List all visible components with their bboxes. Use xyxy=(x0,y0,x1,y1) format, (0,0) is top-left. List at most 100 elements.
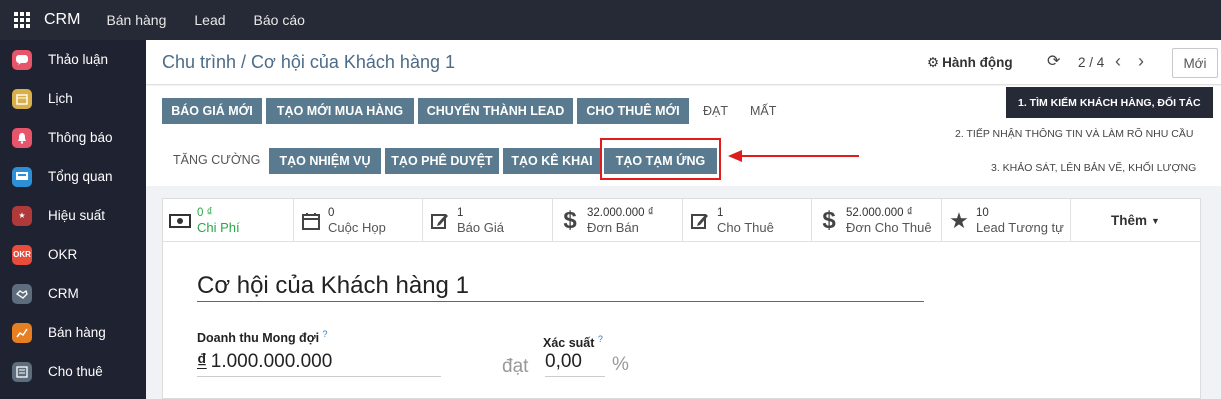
stat-value: 0 ₫ xyxy=(197,207,213,219)
revenue-input[interactable]: ₫ 1.000.000.000 xyxy=(197,351,441,377)
edit-icon xyxy=(423,212,457,230)
stat-rental-button[interactable]: 1 Cho Thuê xyxy=(683,199,812,242)
action-menu-button[interactable]: ⚙ Hành động xyxy=(927,55,1013,71)
create-task-button[interactable]: Tạo nhiệm vụ xyxy=(269,148,381,174)
handshake-icon xyxy=(12,283,32,304)
sidebar-item-label: OKR xyxy=(48,247,78,262)
stage-2[interactable]: 2. Tiếp nhận thông tin và làm rõ nhu cầu xyxy=(955,128,1193,140)
gear-icon: ⚙ xyxy=(927,55,940,70)
sidebar-item-thao-luan[interactable]: Thảo luận xyxy=(0,40,146,79)
bell-icon xyxy=(12,127,32,148)
sidebar-item-label: Tổng quan xyxy=(48,169,113,184)
rental-icon xyxy=(12,361,32,382)
action-label: Hành động xyxy=(942,55,1013,70)
stat-value: 32.000.000 ₫ xyxy=(587,207,654,219)
sidebar-item-label: Hiệu suất xyxy=(48,208,106,223)
opportunity-title-field[interactable]: Cơ hội của Khách hàng 1 xyxy=(197,272,924,302)
sidebar-item-okr[interactable]: OKR OKR xyxy=(0,235,146,274)
new-button[interactable]: Mới xyxy=(1172,48,1218,78)
menu-ban-hang[interactable]: Bán hàng xyxy=(106,12,166,28)
star-icon: ★ xyxy=(949,207,969,233)
stat-rental-order-button[interactable]: $ 52.000.000 ₫ Đơn Cho Thuê xyxy=(812,199,942,242)
sidebar-item-ban-hang[interactable]: Bán hàng xyxy=(0,313,146,352)
new-purchase-button[interactable]: Tạo mới mua hàng xyxy=(266,98,414,124)
stat-value: 0 xyxy=(328,207,335,219)
stat-quotation-button[interactable]: 1 Báo Giá xyxy=(423,199,553,242)
stat-value: 1 xyxy=(717,207,724,219)
stage-1[interactable]: 1. Tìm kiếm khách hàng, đối tác xyxy=(1006,87,1213,118)
stat-value: 1 xyxy=(457,207,464,219)
new-rental-button[interactable]: Cho thuê mới xyxy=(577,98,689,124)
create-declaration-button[interactable]: Tạo kê khai xyxy=(503,148,601,174)
stat-label: Báo Giá xyxy=(457,220,504,235)
control-panel: Chu trình / Cơ hội của Khách hàng 1 ⚙ Hàn… xyxy=(146,40,1221,85)
enhance-link[interactable]: Tăng cường xyxy=(173,153,260,167)
caret-down-icon: ▼ xyxy=(1151,215,1160,226)
breadcrumb[interactable]: Chu trình / Cơ hội của Khách hàng 1 xyxy=(162,52,455,73)
form-sheet: 0 ₫ Chi Phí 0 Cuộc Họp 1 Báo Giá $ 32.000.0… xyxy=(162,198,1201,399)
create-approval-button[interactable]: Tạo phê duyệt xyxy=(385,148,499,174)
sidebar-item-tong-quan[interactable]: Tổng quan xyxy=(0,157,146,196)
menu-bao-cao[interactable]: Báo cáo xyxy=(254,12,305,28)
sidebar-item-label: Thảo luận xyxy=(48,52,109,67)
highlight-box xyxy=(600,138,721,180)
won-link[interactable]: Đạt xyxy=(703,104,728,118)
apps-menu-icon[interactable] xyxy=(0,0,44,40)
probability-input[interactable]: 0,00 xyxy=(545,351,605,377)
stat-value: 10 xyxy=(976,207,989,219)
convert-to-lead-button[interactable]: Chuyển thành Lead xyxy=(418,98,573,124)
sidebar-item-label: Thông báo xyxy=(48,130,113,145)
probability-label-text: Xác suất xyxy=(543,336,595,351)
pager-value[interactable]: 2 / 4 xyxy=(1078,55,1104,70)
stat-value: 52.000.000 ₫ xyxy=(846,207,913,219)
main-content: Chu trình / Cơ hội của Khách hàng 1 ⚙ Hàn… xyxy=(146,40,1221,399)
stat-label: Cuộc Họp xyxy=(328,220,386,235)
percent-sign: % xyxy=(612,354,629,375)
dollar-icon: $ xyxy=(563,206,577,234)
sidebar-item-label: Bán hàng xyxy=(48,325,106,340)
menu-lead[interactable]: Lead xyxy=(194,12,225,28)
okr-icon: OKR xyxy=(12,244,32,265)
sidebar-item-thong-bao[interactable]: Thông báo xyxy=(0,118,146,157)
stat-similar-lead-button[interactable]: ★ 10 Lead Tương tự xyxy=(942,199,1071,242)
stat-meeting-button[interactable]: 0 Cuộc Họp xyxy=(294,199,423,242)
sidebar-item-lich[interactable]: Lịch xyxy=(0,79,146,118)
stat-label: Đơn Cho Thuê xyxy=(846,220,932,235)
at-label: đạt xyxy=(502,356,529,377)
sidebar-item-label: Cho thuê xyxy=(48,364,103,379)
sidebar-item-label: CRM xyxy=(48,286,79,301)
probability-label: Xác suất ? xyxy=(543,334,603,350)
form-header: Báo giá mới Tạo mới mua hàng Chuyển thàn… xyxy=(146,86,1221,186)
stage-3[interactable]: 3. Khảo sát, lên bản vẽ, khối lượng xyxy=(991,162,1196,174)
chevron-left-icon[interactable]: ‹ xyxy=(1115,51,1121,72)
sidebar-item-crm[interactable]: CRM xyxy=(0,274,146,313)
money-icon xyxy=(163,213,197,228)
sidebar-item-hieu-suat[interactable]: ★ Hiệu suất xyxy=(0,196,146,235)
help-icon[interactable]: ? xyxy=(323,329,328,339)
red-arrow-annotation xyxy=(728,150,859,162)
currency-symbol: ₫ xyxy=(197,351,207,372)
dollar-icon: $ xyxy=(822,206,836,234)
top-navbar: CRM Bán hàng Lead Báo cáo xyxy=(0,0,1221,40)
sidebar-item-label: Lịch xyxy=(48,91,73,106)
stat-expense-button[interactable]: 0 ₫ Chi Phí xyxy=(163,199,294,242)
more-label: Thêm xyxy=(1111,213,1148,228)
lost-link[interactable]: Mất xyxy=(750,104,776,118)
calendar-icon xyxy=(294,212,328,230)
refresh-icon[interactable]: ⟳ xyxy=(1047,51,1060,71)
more-button[interactable]: Thêm ▼ xyxy=(1071,199,1200,242)
stat-sale-order-button[interactable]: $ 32.000.000 ₫ Đơn Bán xyxy=(553,199,683,242)
sidebar-item-cho-thue[interactable]: Cho thuê xyxy=(0,352,146,391)
revenue-value: 1.000.000.000 xyxy=(210,351,333,372)
app-brand[interactable]: CRM xyxy=(44,11,80,29)
sidebar: Thảo luận Lịch Thông báo Tổng quan ★ Hiệ… xyxy=(0,40,146,399)
stat-buttons: 0 ₫ Chi Phí 0 Cuộc Họp 1 Báo Giá $ 32.000.0… xyxy=(163,199,1200,242)
chevron-right-icon[interactable]: › xyxy=(1138,51,1144,72)
new-quotation-button[interactable]: Báo giá mới xyxy=(162,98,262,124)
help-icon[interactable]: ? xyxy=(598,334,603,344)
chat-icon xyxy=(12,49,32,70)
stat-label: Chi Phí xyxy=(197,220,240,235)
stat-label: Lead Tương tự xyxy=(976,220,1064,235)
revenue-label: Doanh thu Mong đợi ? xyxy=(197,329,328,345)
calendar-icon xyxy=(12,88,32,109)
